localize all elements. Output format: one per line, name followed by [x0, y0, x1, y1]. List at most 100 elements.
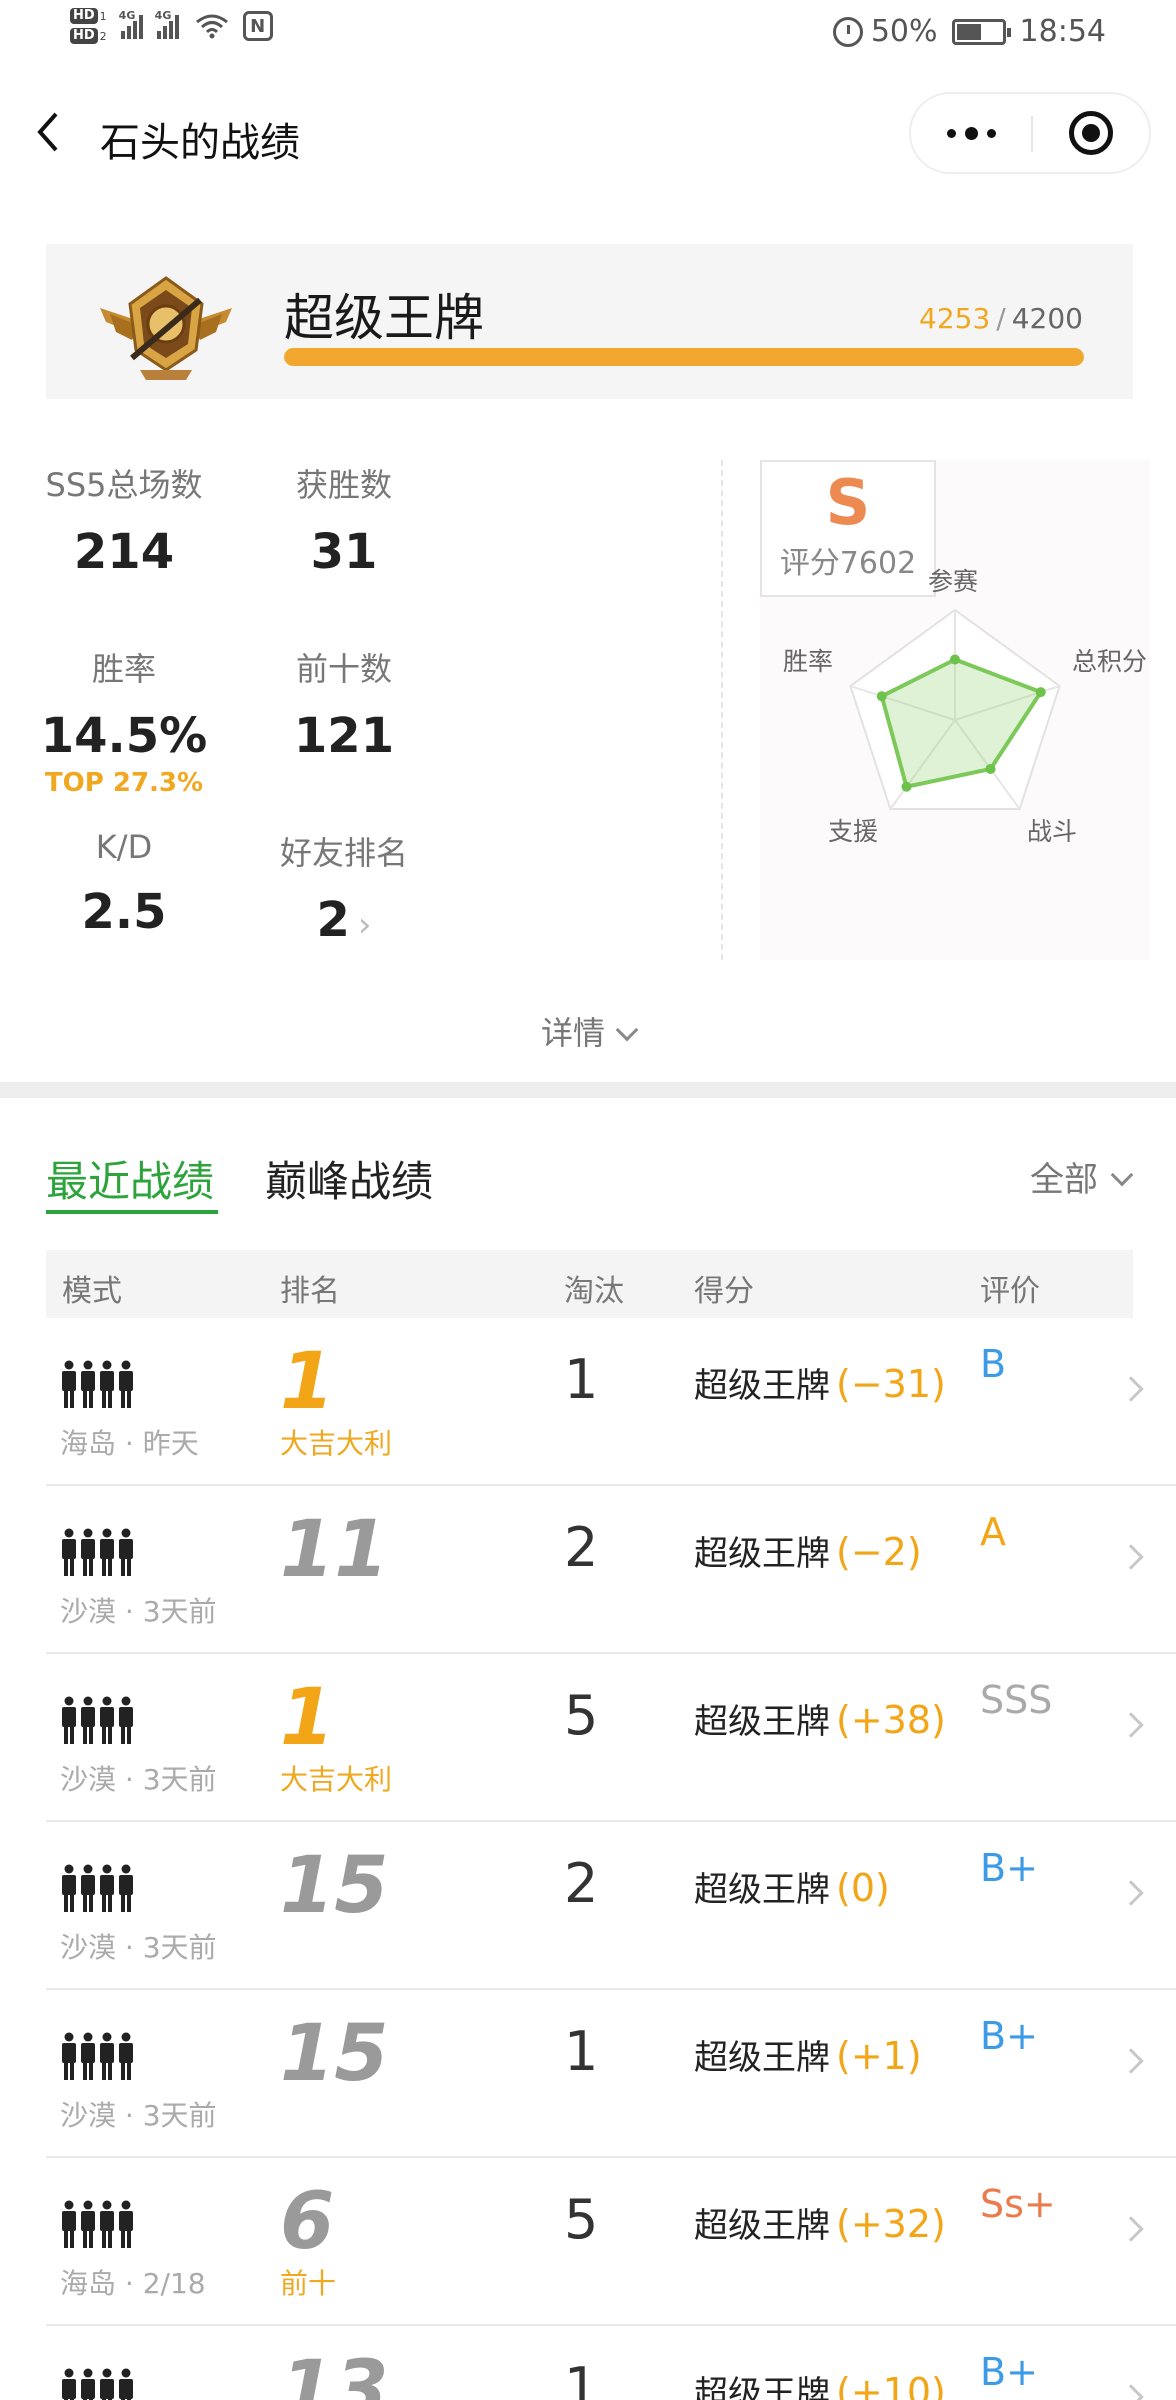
table-row[interactable]: 海岛 · 昨天 1 大吉大利 1 超级王牌 (−31) B [46, 1318, 1176, 1486]
table-row[interactable]: 沙漠 · 3天前 1 大吉大利 5 超级王牌 (+38) SSS [46, 1654, 1176, 1822]
filter-dropdown[interactable]: 全部 [1030, 1152, 1134, 1201]
stat-sub-top: TOP 27.3% [44, 768, 204, 798]
radar-point [950, 654, 960, 665]
grade-box: S 评分7602 [760, 460, 936, 597]
col-grade: 评价 [980, 1274, 1040, 1309]
stat-kd: K/D 2.5 [24, 828, 224, 940]
match-tier: 超级王牌 [694, 1366, 830, 1406]
target-close-icon[interactable] [1069, 111, 1113, 155]
radar-chart: 参赛 总积分 战斗 支援 胜率 [760, 567, 1150, 930]
match-rank-label: 大吉大利 [280, 1427, 393, 1460]
detail-toggle[interactable]: 详情 [0, 1008, 1176, 1054]
stat-label: SS5总场数 [45, 466, 203, 504]
chevron-right-icon [1118, 1544, 1144, 1570]
squad-icon [62, 1360, 133, 1408]
friend-rank-value: 2 [316, 892, 350, 948]
match-rank: 15 [280, 1841, 389, 1931]
nav-bar: 石头的战绩 [0, 78, 1176, 188]
tier-name: 超级王牌 [284, 289, 484, 347]
match-tier: 超级王牌 [694, 2374, 830, 2400]
more-dots-icon[interactable] [911, 94, 1031, 172]
match-score: 超级王牌 (0) [694, 1862, 890, 1911]
squad-icon [62, 2368, 133, 2400]
chevron-right-icon: › [357, 905, 372, 945]
stat-value: 2.5 [81, 884, 167, 940]
match-tier: 超级王牌 [694, 1534, 830, 1574]
match-rank-label: 大吉大利 [280, 1763, 393, 1796]
detail-label: 详情 [540, 1014, 605, 1052]
chevron-right-icon [1118, 1712, 1144, 1738]
radar-point [1035, 687, 1046, 698]
chevron-right-icon [1118, 1880, 1144, 1906]
match-score: 超级王牌 (+38) [694, 1694, 946, 1743]
match-kills: 1 [564, 2020, 599, 2083]
match-score: 超级王牌 (+10) [694, 2366, 946, 2400]
chevron-down-icon [615, 1018, 639, 1042]
tab-recent[interactable]: 最近战绩 [46, 1148, 219, 1214]
match-grade: B+ [980, 2014, 1038, 2058]
radar-point [901, 781, 912, 792]
match-tier: 超级王牌 [694, 1870, 830, 1910]
status-left: HD 1 HD 2 4G 4G N [70, 8, 273, 44]
nfc-icon: N [242, 11, 273, 41]
match-rank: 1 [280, 1337, 335, 1427]
match-grade: A [980, 1510, 1006, 1554]
match-kills: 5 [564, 2188, 599, 2251]
match-kills: 1 [564, 1348, 599, 1411]
hd2-num: 2 [99, 29, 107, 43]
squad-icon [62, 2032, 133, 2080]
alarm-icon [832, 16, 863, 47]
stat-total-matches: SS5总场数 214 [24, 460, 224, 580]
match-grade: B [980, 1342, 1007, 1386]
match-score: 超级王牌 (−2) [694, 1526, 922, 1575]
signal-icon-2: 4G [155, 9, 179, 39]
stat-label: 获胜数 [295, 466, 392, 504]
match-rank: 11 [280, 1505, 389, 1595]
radar-axis-label: 战斗 [1027, 817, 1078, 846]
stat-label: 好友排名 [279, 834, 408, 872]
chevron-left-icon[interactable] [30, 108, 70, 158]
match-score: 超级王牌 (+1) [694, 2030, 922, 2079]
col-score: 得分 [694, 1274, 754, 1309]
squad-icon [62, 1696, 133, 1744]
match-grade: SSS [980, 1678, 1053, 1722]
match-location: 沙漠 · 3天前 [60, 2099, 217, 2132]
match-score: 超级王牌 (−31) [694, 1358, 946, 1407]
tab-peak[interactable]: 巅峰战绩 [265, 1148, 433, 1209]
stats-divider [721, 460, 723, 960]
radar-axis-label: 支援 [828, 817, 879, 846]
hd2-indicator: HD 2 [70, 28, 107, 44]
match-kills: 2 [564, 1516, 599, 1579]
match-rank: 1 [280, 1673, 335, 1763]
match-location: 海岛 · 昨天 [60, 1427, 199, 1460]
stats-grid: SS5总场数 214 获胜数 31 胜率 14.5% TOP 27.3% 前十数… [0, 440, 720, 960]
squad-icon [62, 1528, 133, 1576]
match-location: 沙漠 · 3天前 [60, 1931, 217, 1964]
table-row[interactable]: 沙漠 · 3天前 11 2 超级王牌 (−2) A [46, 1486, 1176, 1654]
overall-grade: S [825, 466, 871, 539]
radar-point [876, 691, 887, 702]
battery-percent: 50% [870, 14, 938, 49]
table-row[interactable]: 海岛 · 2/18 6 前十 5 超级王牌 (+32) Ss+ [46, 2158, 1176, 2326]
stat-label: 胜率 [91, 650, 156, 688]
stat-label: 前十数 [295, 650, 392, 688]
table-row[interactable]: 13 1 超级王牌 (+10) B+ [46, 2326, 1176, 2400]
stat-win-rate: 胜率 14.5% TOP 27.3% [24, 644, 224, 798]
hd1-label: HD [70, 8, 98, 24]
filter-label: 全部 [1030, 1160, 1098, 1200]
radar-point [985, 763, 996, 774]
table-row[interactable]: 沙漠 · 3天前 15 1 超级王牌 (+1) B+ [46, 1990, 1176, 2158]
net2-label: 4G [154, 9, 172, 22]
status-right: 50% 18:54 [832, 14, 1106, 49]
match-location: 沙漠 · 3天前 [60, 1763, 217, 1796]
match-rank: 13 [280, 2345, 389, 2400]
rating-panel: S 评分7602 参赛 总积分 战斗 支援 胜率 [760, 460, 1150, 960]
stat-friend-rank[interactable]: 好友排名 2 › [244, 828, 444, 948]
match-delta: (−31) [836, 1362, 946, 1406]
chevron-right-icon [1118, 1376, 1144, 1402]
match-delta: (+38) [836, 1698, 946, 1742]
table-row[interactable]: 沙漠 · 3天前 15 2 超级王牌 (0) B+ [46, 1822, 1176, 1990]
tier-card: 超级王牌 4253/4200 [46, 244, 1133, 399]
match-kills: 5 [564, 1684, 599, 1747]
radar-svg [849, 608, 1061, 810]
